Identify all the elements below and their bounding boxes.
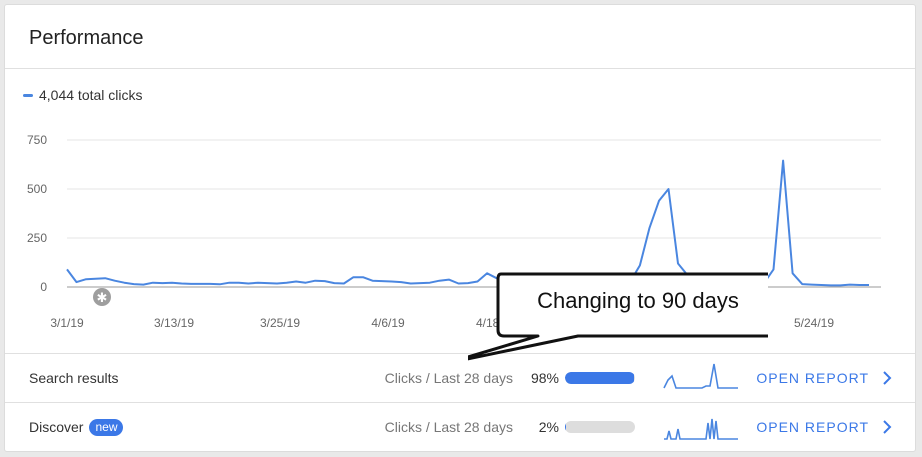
- card-header: Performance: [5, 5, 915, 69]
- open-report-button[interactable]: OPEN REPORT: [756, 354, 869, 402]
- clicks-line-chart[interactable]: 7505002500 3/1/19 3/13/19 3/25/19 4/6/19 4/1…: [5, 120, 917, 342]
- row-label: Search results: [29, 370, 119, 386]
- x-tick-label: 4/6/19: [371, 316, 405, 330]
- y-tick-label: 500: [27, 182, 47, 196]
- legend-label: 4,044 total clicks: [39, 87, 143, 103]
- y-tick-label: 750: [27, 133, 47, 147]
- share-bar-fill: [565, 421, 567, 433]
- y-axis-ticks: 750 500 250 0: [27, 133, 47, 294]
- row-percent: 2%: [538, 419, 559, 435]
- chevron-right-icon[interactable]: [881, 419, 893, 435]
- share-bar: [565, 421, 635, 433]
- chart-legend[interactable]: 4,044 total clicks: [23, 87, 143, 103]
- open-report-button[interactable]: OPEN REPORT: [756, 403, 869, 451]
- y-tick-label: 0: [40, 280, 47, 294]
- chevron-right-icon[interactable]: [881, 370, 893, 386]
- chart-grid: [67, 139, 881, 288]
- x-tick-label: 3/1/19: [50, 316, 84, 330]
- row-label: Discover new: [29, 403, 124, 451]
- performance-card: Performance 4,044 total clicks 750 500 250…: [4, 4, 916, 452]
- row-metric: Clicks / Last 28 days: [384, 419, 513, 435]
- x-tick-label: 5/24/19: [794, 316, 834, 330]
- y-tick-label: 250: [27, 231, 47, 245]
- sparkline-discover: [664, 418, 738, 440]
- card-title: Performance: [29, 27, 144, 49]
- svg-text:✱: ✱: [97, 291, 108, 306]
- x-tick-label: 3/25/19: [260, 316, 300, 330]
- series-line-total-clicks: [66, 159, 869, 287]
- legend-swatch: [23, 93, 33, 97]
- x-tick-label: 3/13/19: [154, 316, 194, 330]
- report-row-search-results[interactable]: Search results Clicks / Last 28 days 98%…: [5, 353, 915, 402]
- callout-text: Changing to 90 days: [537, 288, 739, 313]
- report-row-discover[interactable]: Discover new Clicks / Last 28 days 2% OP…: [5, 402, 915, 451]
- annotation-marker-icon[interactable]: ✱: [93, 288, 111, 306]
- new-badge: new: [89, 418, 124, 436]
